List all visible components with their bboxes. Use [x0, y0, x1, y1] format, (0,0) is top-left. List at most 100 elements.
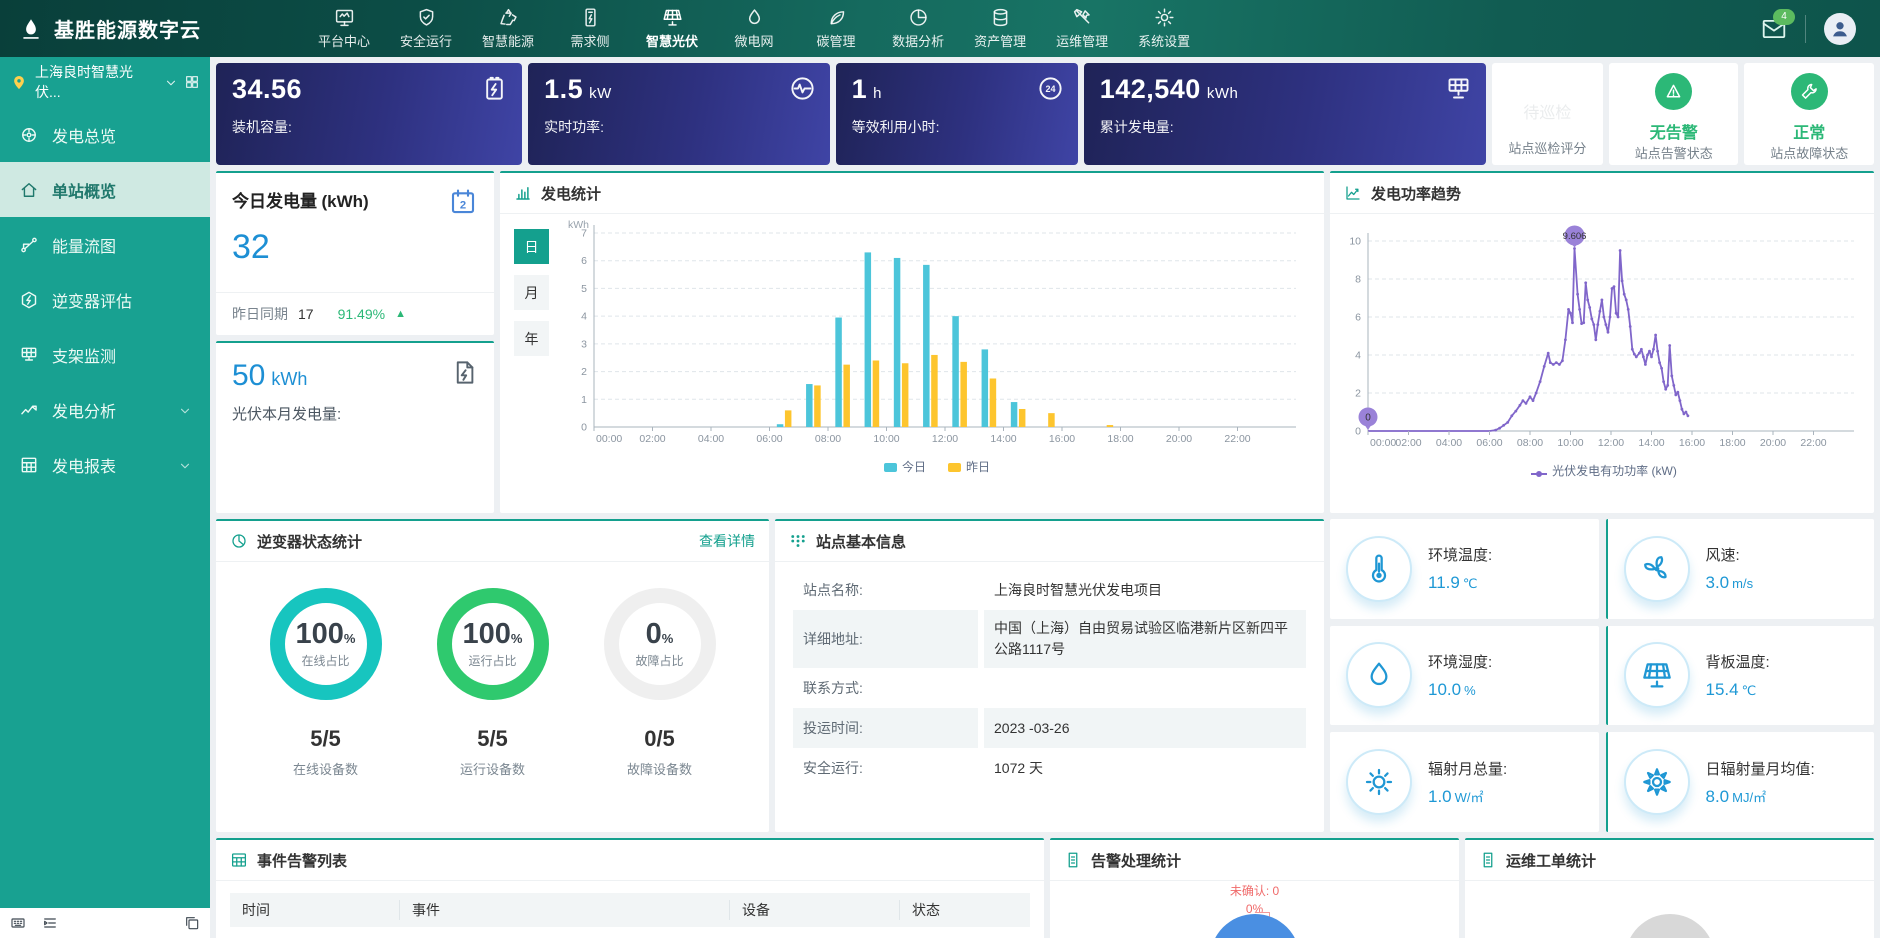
- svg-text:00:00: 00:00: [1370, 437, 1396, 449]
- svg-text:04:00: 04:00: [1436, 437, 1462, 449]
- line-chart-legend[interactable]: 光伏发电有功功率 (kW): [1338, 462, 1870, 479]
- work-order-panel: 运维工单统计: [1465, 838, 1874, 938]
- watermark-text: 待巡检: [1492, 99, 1603, 123]
- env-label: 风速:: [1706, 544, 1754, 565]
- sidebar-item-gen-report[interactable]: 发电报表: [0, 437, 210, 492]
- solar-icon: [662, 7, 683, 28]
- svg-text:10:00: 10:00: [1557, 437, 1583, 449]
- legend-item-power[interactable]: 光伏发电有功功率 (kW): [1531, 462, 1677, 479]
- window-stack-icon[interactable]: [184, 915, 200, 931]
- station-selector[interactable]: 上海良时智慧光伏...: [0, 57, 210, 107]
- nav-item-safe-operation[interactable]: 安全运行: [400, 7, 452, 50]
- tab-月[interactable]: 月: [514, 275, 549, 310]
- svg-text:5: 5: [581, 283, 587, 295]
- message-icon[interactable]: 4: [1761, 16, 1787, 42]
- thermo-icon: [1346, 536, 1412, 602]
- sidebar-item-inverter-eval[interactable]: 逆变器评估: [0, 272, 210, 327]
- nav-item-platform-center[interactable]: 平台中心: [318, 7, 370, 50]
- keyboard-toggle-icon[interactable]: [10, 915, 26, 931]
- yesterday-compare: 昨日同期 17 91.49% ▲: [216, 292, 494, 335]
- collapse-menu-icon[interactable]: [42, 915, 58, 931]
- database-icon: [990, 7, 1011, 28]
- document-icon: [1064, 851, 1082, 869]
- sidebar-item-label: 单站概览: [52, 178, 116, 202]
- chevron-down-icon: [179, 459, 191, 471]
- nav-item-microgrid[interactable]: 微电网: [728, 7, 780, 50]
- svg-text:4: 4: [1355, 350, 1361, 362]
- env-card-monthly-radiation: 辐射月总量:1.0W/㎡: [1330, 732, 1599, 832]
- power-trend-title: 发电功率趋势: [1371, 183, 1461, 204]
- clock24-icon: 24: [1037, 75, 1064, 102]
- inverter-icon: [19, 290, 39, 310]
- nav-item-data-analysis[interactable]: 数据分析: [892, 7, 944, 50]
- sidebar-item-gen-overview[interactable]: 发电总览: [0, 107, 210, 162]
- droplet-icon: [1346, 642, 1412, 708]
- env-card-ambient-humidity: 环境湿度:10.0%: [1330, 626, 1599, 726]
- tab-年[interactable]: 年: [514, 321, 549, 356]
- ring-label: 在线占比: [301, 652, 349, 669]
- message-badge: 4: [1773, 9, 1795, 25]
- change-percent: 91.49%: [338, 306, 385, 322]
- ring-chart: 100%运行占比: [437, 588, 549, 700]
- inverter-ring-column: 100%在线占比5/5在线设备数: [270, 588, 382, 778]
- nav-item-smart-pv[interactable]: 智慧光伏: [646, 7, 698, 50]
- sidebar-item-station-overview[interactable]: 单站概览: [0, 162, 210, 217]
- sidebar-item-label: 发电分析: [52, 398, 116, 422]
- event-alarm-header: 事件告警列表: [216, 840, 1044, 881]
- env-text: 环境温度:11.9℃: [1428, 544, 1492, 593]
- wrenchc-icon: [1791, 73, 1828, 110]
- work-order-title: 运维工单统计: [1506, 850, 1596, 871]
- alarm-stats-title: 告警处理统计: [1091, 850, 1181, 871]
- stat-value: 1.5kW: [544, 74, 814, 105]
- svg-text:02:00: 02:00: [1395, 437, 1421, 449]
- svg-text:18:00: 18:00: [1107, 433, 1133, 445]
- site-info-label: 详细地址:: [793, 610, 978, 668]
- device-count-label: 在线设备数: [293, 759, 358, 778]
- work-order-header: 运维工单统计: [1465, 840, 1874, 881]
- stat-label: 等效利用小时:: [852, 117, 1062, 137]
- svg-text:06:00: 06:00: [756, 433, 782, 445]
- gear-icon: [1154, 7, 1175, 28]
- device-count: 5/5: [477, 726, 508, 752]
- user-avatar[interactable]: [1824, 13, 1856, 45]
- view-details-link[interactable]: 查看详情: [699, 531, 755, 551]
- env-text: 环境湿度:10.0%: [1428, 651, 1492, 700]
- ring-label: 故障占比: [635, 652, 683, 669]
- station-grid-icon[interactable]: [184, 74, 200, 90]
- nav-item-demand-side[interactable]: 需求侧: [564, 7, 616, 50]
- radiate-glyph: [1641, 766, 1673, 798]
- ring-percent: 100%: [296, 620, 356, 649]
- legend-item-昨日[interactable]: 昨日: [948, 458, 990, 475]
- sidebar-item-label: 能量流图: [52, 233, 116, 257]
- site-info-value: 2023 -03-26: [984, 708, 1306, 748]
- nav-item-smart-energy[interactable]: 智慧能源: [482, 7, 534, 50]
- nav-item-asset-mgmt[interactable]: 资产管理: [974, 7, 1026, 50]
- inverter-ring-column: 0%故障占比0/5故障设备数: [604, 588, 716, 778]
- sidebar-item-energy-flow[interactable]: 能量流图: [0, 217, 210, 272]
- app-title: 基胜能源数字云: [54, 14, 201, 43]
- monitor-icon: [334, 7, 355, 28]
- nav-item-om-mgmt[interactable]: 运维管理: [1056, 7, 1108, 50]
- env-label: 环境温度:: [1428, 544, 1492, 565]
- nav-item-label: 平台中心: [318, 31, 370, 50]
- env-unit: %: [1464, 683, 1476, 698]
- svg-text:14:00: 14:00: [990, 433, 1016, 445]
- svg-text:8: 8: [1355, 274, 1361, 286]
- nav-item-system-settings[interactable]: 系统设置: [1138, 7, 1190, 50]
- sidebar-item-bracket-monitor[interactable]: 支架监测: [0, 327, 210, 382]
- bar-chart-legend[interactable]: 今日 昨日: [558, 458, 1316, 475]
- sidebar-item-gen-analysis[interactable]: 发电分析: [0, 382, 210, 437]
- shield-icon: [416, 7, 437, 28]
- svg-text:6: 6: [1355, 312, 1361, 324]
- tab-日[interactable]: 日: [514, 229, 549, 264]
- generation-stats-panel: 发电统计 日月年 kWh0123456700:0002:0004:0006:00…: [500, 171, 1324, 513]
- legend-item-今日[interactable]: 今日: [884, 458, 926, 475]
- calendar-icon: 2: [448, 187, 478, 217]
- svg-text:2: 2: [460, 199, 466, 211]
- nav-item-carbon-mgmt[interactable]: 碳管理: [810, 7, 862, 50]
- env-unit: MJ/㎡: [1732, 790, 1766, 805]
- top-navbar: 基胜能源数字云 平台中心 安全运行智慧能源需求侧智慧光伏微电网碳管理数据分析资产管…: [0, 0, 1880, 57]
- status-text: 正常: [1793, 119, 1825, 143]
- site-info-header: 站点基本信息: [775, 521, 1324, 562]
- stat-label: 实时功率:: [544, 117, 814, 137]
